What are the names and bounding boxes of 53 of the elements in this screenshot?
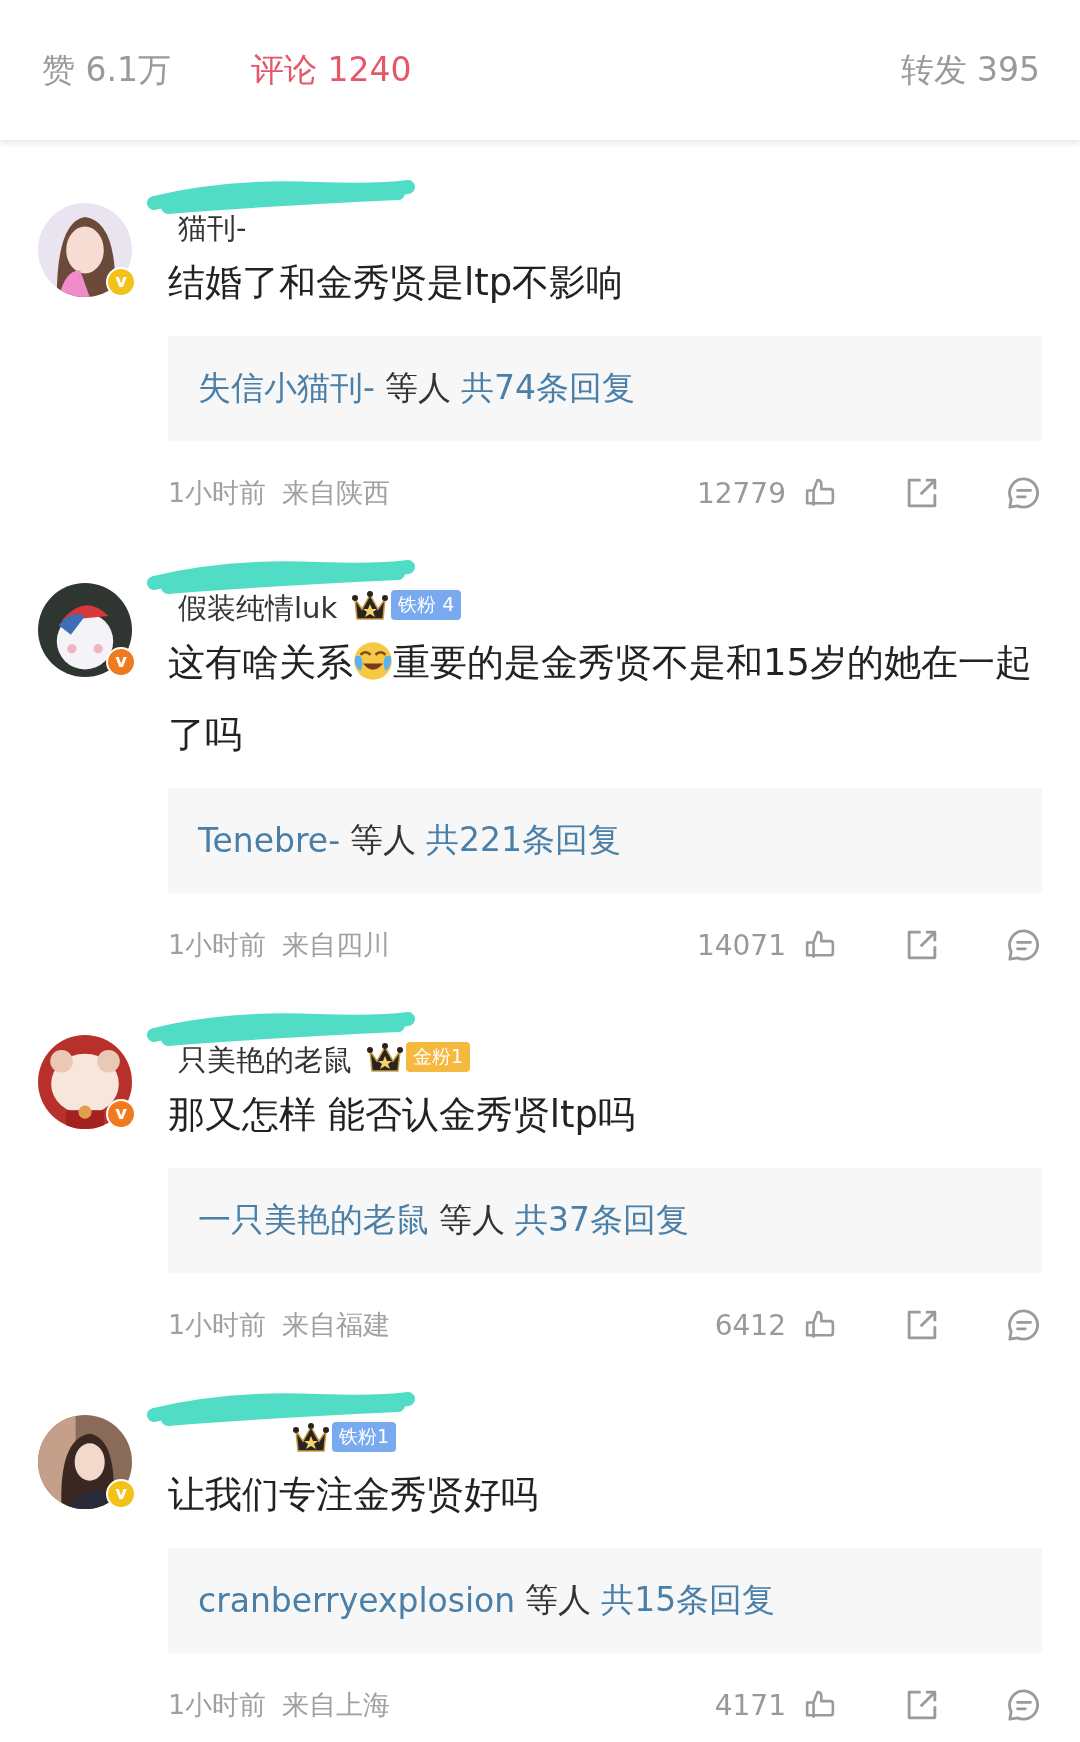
comment-location: 来自四川 [282, 928, 391, 962]
reply-count-link[interactable]: 共221条回复 [426, 818, 622, 863]
username[interactable]: 假装纯情luk [178, 589, 338, 629]
replies-panel[interactable]: Tenebre- 等人 共221条回复 [168, 788, 1042, 893]
fan-badge: 铁粉 4 [391, 590, 462, 620]
fan-badge: 铁粉1 [332, 1422, 397, 1452]
comment-icon[interactable] [1006, 927, 1042, 963]
comment-icon[interactable] [1006, 475, 1042, 511]
like-count: 14071 [696, 928, 786, 962]
comment-time: 1小时前 [168, 1688, 267, 1722]
comment-time: 1小时前 [168, 1308, 267, 1342]
like-count: 4171 [714, 1688, 786, 1722]
crown-icon [292, 1421, 330, 1453]
reply-text: 等人 [439, 1199, 505, 1241]
verified-badge: v [108, 269, 134, 295]
comment-text: 结婚了和金秀贤是ltp不影响 [168, 260, 625, 306]
reply-count-link[interactable]: 共15条回复 [601, 1578, 776, 1623]
replies-panel[interactable]: 一只美艳的老鼠 等人 共37条回复 [168, 1168, 1042, 1273]
comment-text: 让我们专注金秀贤好吗 [168, 1472, 539, 1518]
verified-badge: v [108, 1481, 134, 1507]
like-count: 6412 [714, 1308, 786, 1342]
replies-panel[interactable]: cranberryexplosion 等人 共15条回复 [168, 1548, 1042, 1653]
reply-text: 等人 [350, 819, 417, 861]
comment-icon[interactable] [1006, 1307, 1042, 1343]
crown-icon [366, 1041, 404, 1073]
tab[interactable]: 赞 6.1万 [42, 39, 171, 101]
comment-time: 1小时前 [168, 928, 267, 962]
reply-text: 等人 [525, 1579, 592, 1621]
reply-names[interactable]: cranberryexplosion [198, 1581, 516, 1620]
tab[interactable]: 评论 1240 [251, 39, 412, 101]
reply-names[interactable]: Tenebre- [198, 821, 341, 860]
reply-names[interactable]: 一只美艳的老鼠 [198, 1198, 429, 1243]
reply-text: 等人 [384, 367, 451, 409]
reply-count-link[interactable]: 共74条回复 [460, 366, 635, 411]
fan-badge: 金粉1 [406, 1042, 471, 1072]
comment-text: 这有啥关系 重要的是金秀贤不是和15岁的她在一起了吗 [168, 640, 1034, 758]
comment-location: 来自上海 [282, 1688, 391, 1722]
comment-location: 来自陕西 [282, 476, 391, 510]
crown-icon [351, 589, 390, 621]
like-count: 12779 [696, 476, 786, 510]
username[interactable]: 猫刊- [178, 209, 247, 249]
comment-time: 1小时前 [168, 476, 267, 510]
replies-panel[interactable]: 失信小猫刊- 等人 共74条回复 [168, 336, 1042, 441]
comment-text: 那又怎样 能否认金秀贤ltp吗 [168, 1092, 637, 1138]
verified-badge: v [108, 649, 134, 675]
laughing-emoji-icon [353, 641, 393, 681]
username[interactable]: 只美艳的老鼠 [178, 1041, 352, 1081]
verified-badge: v [108, 1101, 134, 1127]
comment-location: 来自福建 [282, 1308, 391, 1342]
comment-icon[interactable] [1006, 1687, 1042, 1723]
reply-count-link[interactable]: 共37条回复 [515, 1198, 689, 1243]
reply-names[interactable]: 失信小猫刊- [198, 366, 375, 411]
tab[interactable]: 转发 395 [900, 39, 1040, 101]
